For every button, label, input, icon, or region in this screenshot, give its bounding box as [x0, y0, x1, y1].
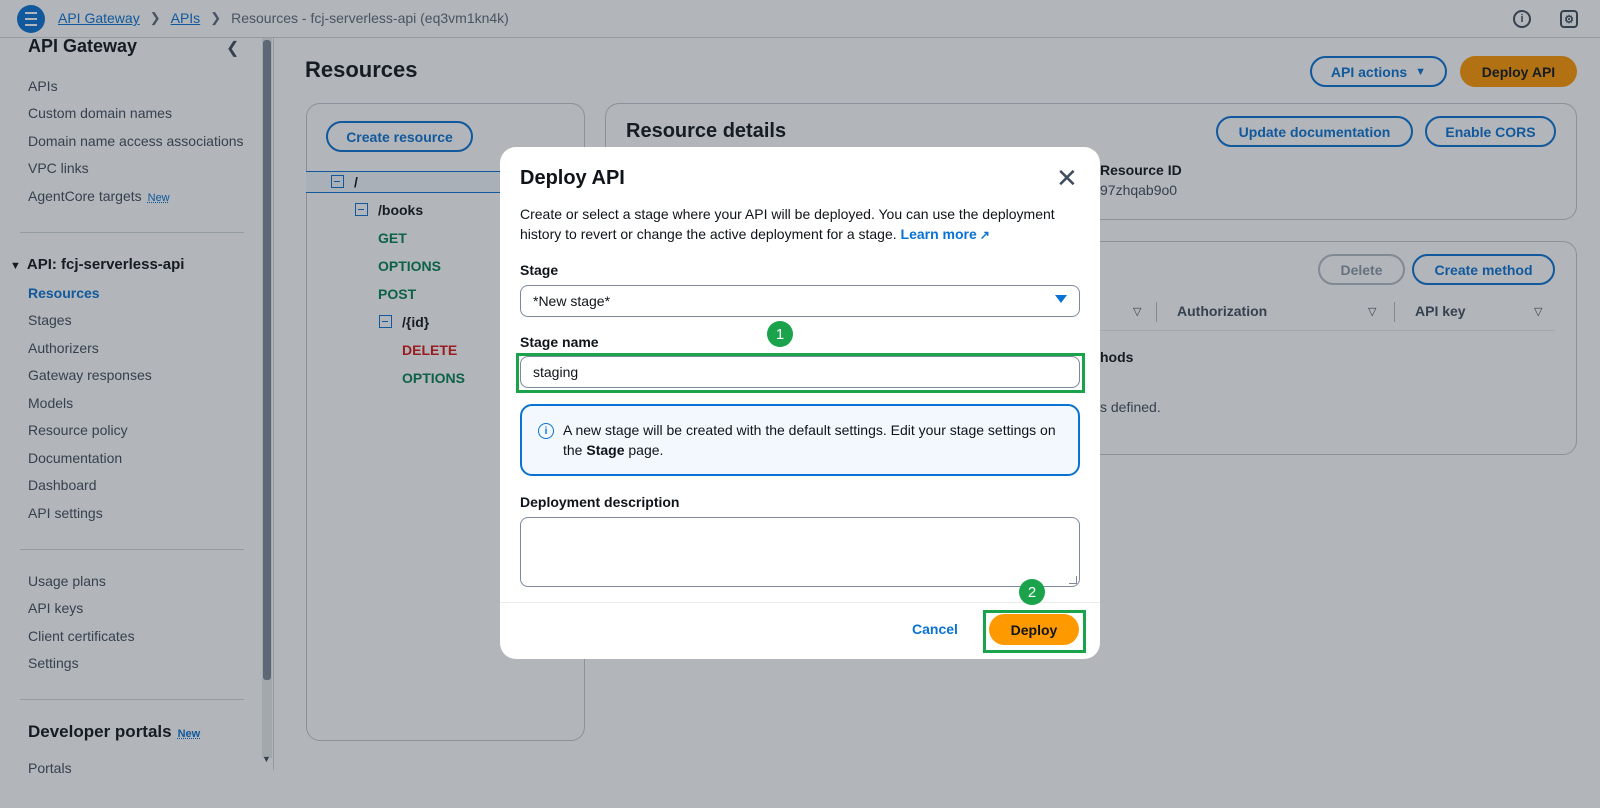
- info-alert-text: A new stage will be created with the def…: [563, 420, 1063, 460]
- info-alert: i A new stage will be created with the d…: [520, 404, 1080, 476]
- step-marker-1: 1: [767, 321, 793, 347]
- deploy-api-modal: Deploy API ✕ Create or select a stage wh…: [500, 147, 1100, 659]
- stage-label: Stage: [520, 262, 559, 278]
- modal-description: Create or select a stage where your API …: [520, 204, 1080, 245]
- step-marker-2: 2: [1019, 579, 1045, 605]
- learn-more-label: Learn more: [900, 226, 977, 242]
- info-icon: i: [538, 423, 554, 439]
- modal-title: Deploy API: [520, 167, 625, 189]
- info-text-bold: Stage: [586, 442, 625, 458]
- deploy-highlight: [983, 610, 1086, 653]
- close-icon[interactable]: ✕: [1056, 165, 1078, 191]
- learn-more-link[interactable]: Learn more ↗: [901, 226, 990, 242]
- cancel-button[interactable]: Cancel: [912, 621, 958, 637]
- stage-select-value: *New stage*: [533, 293, 611, 309]
- resize-handle-icon[interactable]: [1069, 576, 1077, 584]
- deployment-description-textarea[interactable]: [520, 517, 1080, 587]
- external-link-icon: ↗: [979, 228, 990, 242]
- deployment-description-label: Deployment description: [520, 494, 680, 510]
- modal-footer-divider: [500, 602, 1100, 603]
- stage-name-highlight: [516, 353, 1085, 393]
- info-text-part: page.: [624, 442, 664, 458]
- caret-down-icon: [1055, 295, 1067, 303]
- stage-select[interactable]: *New stage*: [520, 285, 1080, 317]
- stage-name-label: Stage name: [520, 334, 599, 350]
